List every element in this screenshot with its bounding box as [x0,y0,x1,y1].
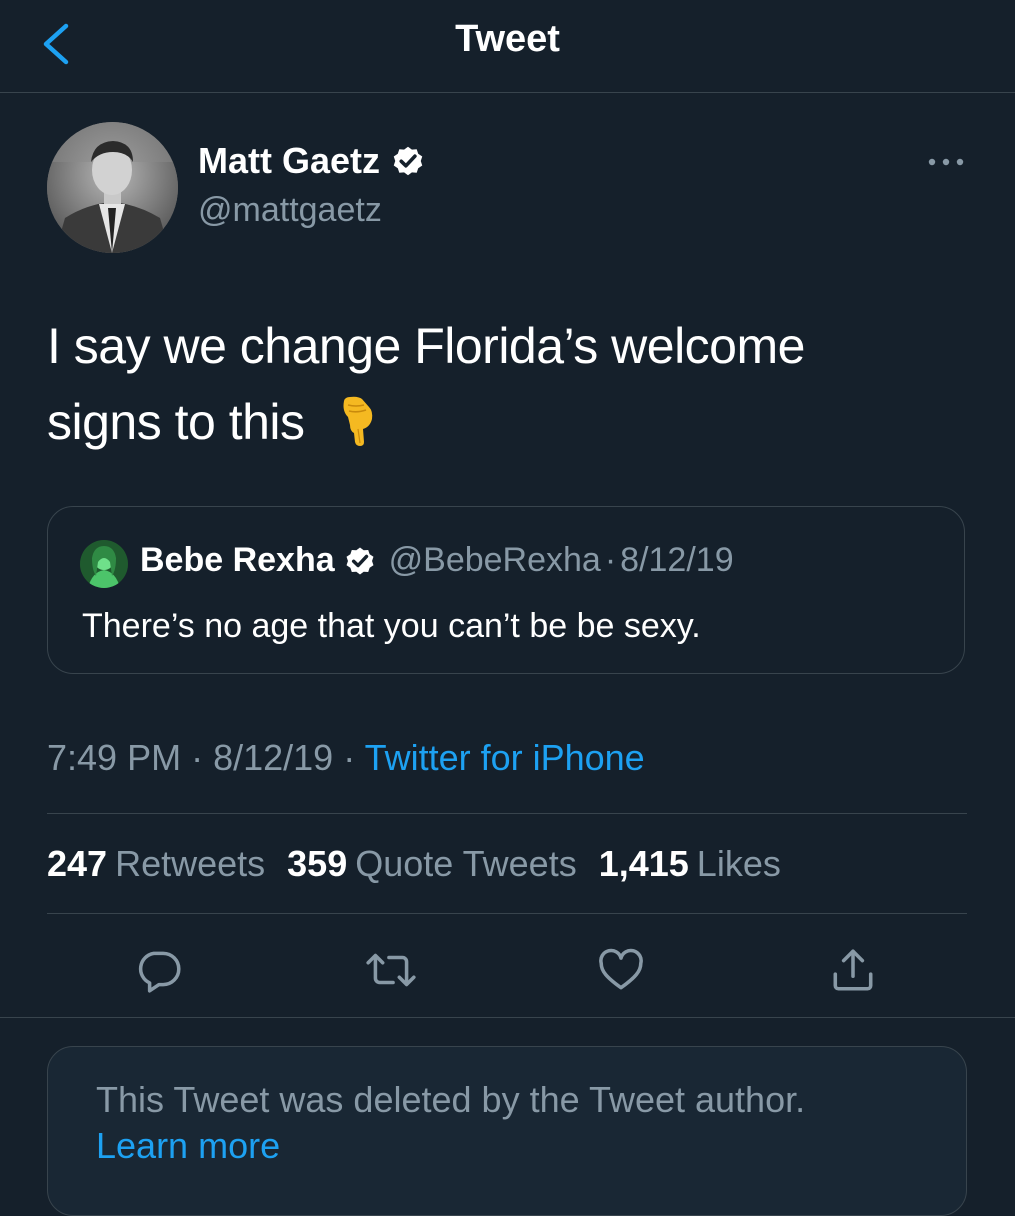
pointing-down-emoji-icon [336,392,380,468]
deleted-notice-text: This Tweet was deleted by the Tweet auth… [96,1077,805,1169]
dot-separator: · [191,737,214,778]
quotes-label: Quote Tweets [355,843,577,884]
learn-more-link[interactable]: Learn more [96,1123,805,1169]
reply-icon [138,951,181,993]
divider [0,1017,1015,1018]
tweet-date: 8/12/19 [213,737,334,778]
quoted-author-handle: @BebeRexha [388,541,601,579]
profile-photo [47,122,178,253]
tweet-text: I say we change Florida’s welcome signs … [47,308,947,468]
quoted-tweet-header: Bebe Rexha @BebeRexha · 8/12/19 [140,541,734,580]
retweets-count: 247 [47,843,108,884]
page-title: Tweet [455,18,560,60]
like-button[interactable] [593,942,649,998]
action-bar [0,942,1015,998]
quoted-author-name: Bebe Rexha [140,541,335,579]
likes-count: 1,415 [598,843,689,884]
retweet-button[interactable] [363,942,419,998]
tweet-text-line-2: signs to this [47,384,947,468]
quote-tweets-stat[interactable]: 359 Quote Tweets [287,843,577,885]
share-icon [833,949,873,991]
retweets-stat[interactable]: 247 Retweets [47,843,265,885]
tweet-timestamp: 7:49 PM · 8/12/19 · Twitter for iPhone [47,737,645,779]
quoted-date: 8/12/19 [620,541,734,579]
author-handle[interactable]: @mattgaetz [198,191,382,230]
reply-button[interactable] [131,942,187,998]
tweet-source-link[interactable]: Twitter for iPhone [365,737,645,778]
quoted-profile-photo [80,540,128,588]
author-name-text: Matt Gaetz [198,140,381,181]
top-bar: Tweet [0,0,1015,93]
deleted-notice-message: This Tweet was deleted by the Tweet auth… [96,1079,806,1120]
quoted-tweet-text: There’s no age that you can’t be be sexy… [82,607,701,645]
divider [47,813,967,814]
likes-stat[interactable]: 1,415 Likes [599,843,781,885]
verified-badge-icon [346,547,374,574]
verified-badge-icon [393,146,423,176]
divider [47,913,967,914]
more-options-button[interactable] [924,150,968,174]
tweet-stats: 247 Retweets 359 Quote Tweets 1,415 Likes [47,843,781,885]
retweets-label: Retweets [115,843,266,884]
more-horizontal-icon [928,158,964,166]
dot-separator: · [343,737,365,778]
tweet-text-line-2-text: signs to this [47,394,305,450]
heart-icon [599,948,643,990]
author-name[interactable]: Matt Gaetz [198,140,426,182]
deleted-notice: This Tweet was deleted by the Tweet auth… [47,1046,967,1216]
quoted-tweet-card[interactable]: Bebe Rexha @BebeRexha · 8/12/19 There’s … [47,506,965,674]
quoted-avatar [80,540,128,588]
share-button[interactable] [825,942,881,998]
dot-separator: · [604,541,617,579]
quotes-count: 359 [287,843,348,884]
retweet-icon [366,953,416,987]
tweet-text-line-1: I say we change Florida’s welcome [47,318,805,374]
avatar[interactable] [47,122,178,253]
likes-label: Likes [696,843,781,884]
tweet-time: 7:49 PM [47,737,182,778]
